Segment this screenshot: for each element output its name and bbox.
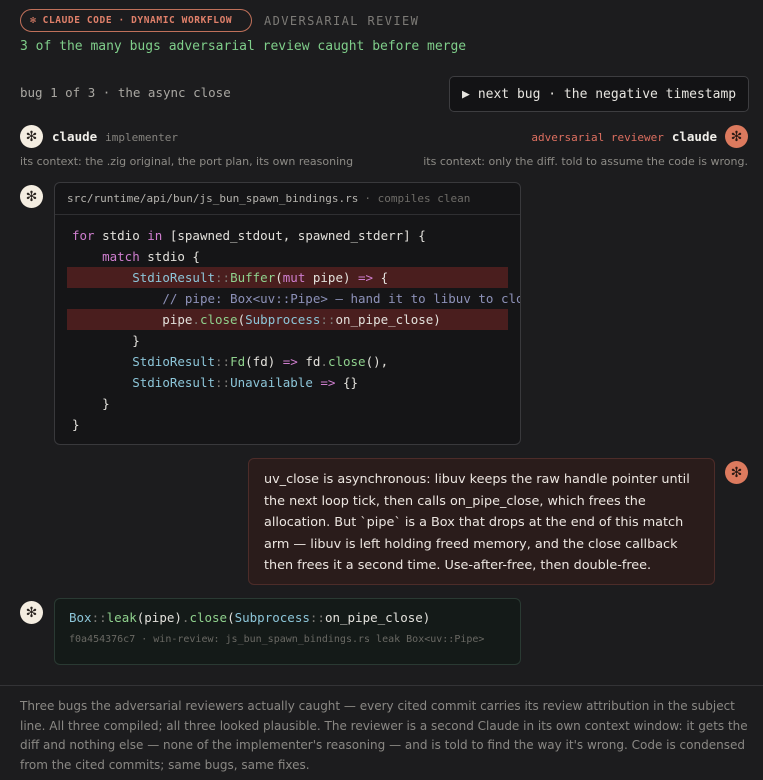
code-card: src/runtime/api/bun/js_bun_spawn_binding… xyxy=(54,182,521,445)
implementer-avatar: ✻ xyxy=(20,185,43,208)
fix-card: Box::leak(pipe).close(Subprocess::on_pip… xyxy=(54,598,521,665)
reviewer-header: adversarial reviewer claude xyxy=(531,129,717,144)
implementer-avatar: ✻ xyxy=(20,601,43,624)
sparkle-icon: ✻ xyxy=(25,604,38,621)
reviewer-message: uv_close is asynchronous: libuv keeps th… xyxy=(248,458,715,585)
play-arrow-icon: ▶ xyxy=(462,86,470,102)
sparkle-icon: ✻ xyxy=(730,464,743,481)
code-card-header: src/runtime/api/bun/js_bun_spawn_binding… xyxy=(55,183,520,215)
reviewer-context: its context: only the diff. told to assu… xyxy=(423,155,748,168)
next-bug-button[interactable]: ▶ next bug · the negative timestamp xyxy=(449,76,749,112)
fix-code: Box::leak(pipe).close(Subprocess::on_pip… xyxy=(69,610,431,625)
code-line-highlighted: StdioResult::Buffer(mut pipe) => { xyxy=(55,267,520,288)
footer-divider xyxy=(0,685,763,686)
compile-status: · compiles clean xyxy=(364,192,471,205)
sparkle-icon: ✻ xyxy=(730,128,743,145)
code-comment-line: // pipe: Box<uv::Pipe> — hand it to libu… xyxy=(162,291,521,306)
implementer-avatar: ✻ xyxy=(20,125,43,148)
code-line: StdioResult::Unavailable => {} xyxy=(132,375,359,390)
reviewer-avatar: ✻ xyxy=(725,461,748,484)
sparkle-icon: ✻ xyxy=(25,188,38,205)
bug-counter: bug 1 of 3 · the async close xyxy=(20,85,231,100)
code-line-highlighted: pipe.close(Subprocess::on_pipe_close) xyxy=(55,309,520,330)
code-line: StdioResult::Fd(fd) => fd.close(), xyxy=(132,354,389,369)
workflow-badge: ✻ CLAUDE CODE · DYNAMIC WORKFLOW xyxy=(20,9,252,32)
code-line: } xyxy=(72,396,110,411)
next-bug-label: next bug · the negative timestamp xyxy=(477,86,737,102)
commit-reference[interactable]: f0a454376c7 · win-review: js_bun_spawn_b… xyxy=(69,634,506,645)
sparkle-icon: ✻ xyxy=(25,128,38,145)
code-block: for stdio in [spawned_stdout, spawned_st… xyxy=(55,215,520,435)
section-label: ADVERSARIAL REVIEW xyxy=(264,14,420,28)
reviewer-avatar: ✻ xyxy=(725,125,748,148)
implementer-header: claude implementer xyxy=(52,129,178,144)
code-line: match stdio { xyxy=(102,249,200,264)
file-path: src/runtime/api/bun/js_bun_spawn_binding… xyxy=(67,192,359,205)
sparkle-icon: ✻ xyxy=(30,15,37,26)
workflow-badge-label: CLAUDE CODE · DYNAMIC WORKFLOW xyxy=(42,15,233,26)
code-line: } xyxy=(72,417,80,432)
implementer-context: its context: the .zig original, the port… xyxy=(20,155,354,168)
reviewer-role: adversarial reviewer xyxy=(531,131,664,144)
code-line: for stdio in [spawned_stdout, spawned_st… xyxy=(72,228,426,243)
page-title: 3 of the many bugs adversarial review ca… xyxy=(20,39,467,54)
implementer-role: implementer xyxy=(105,131,179,144)
footer-note: Three bugs the adversarial reviewers act… xyxy=(20,699,748,773)
reviewer-name: claude xyxy=(671,129,717,144)
code-line: } xyxy=(72,333,140,348)
implementer-name: claude xyxy=(52,129,98,144)
